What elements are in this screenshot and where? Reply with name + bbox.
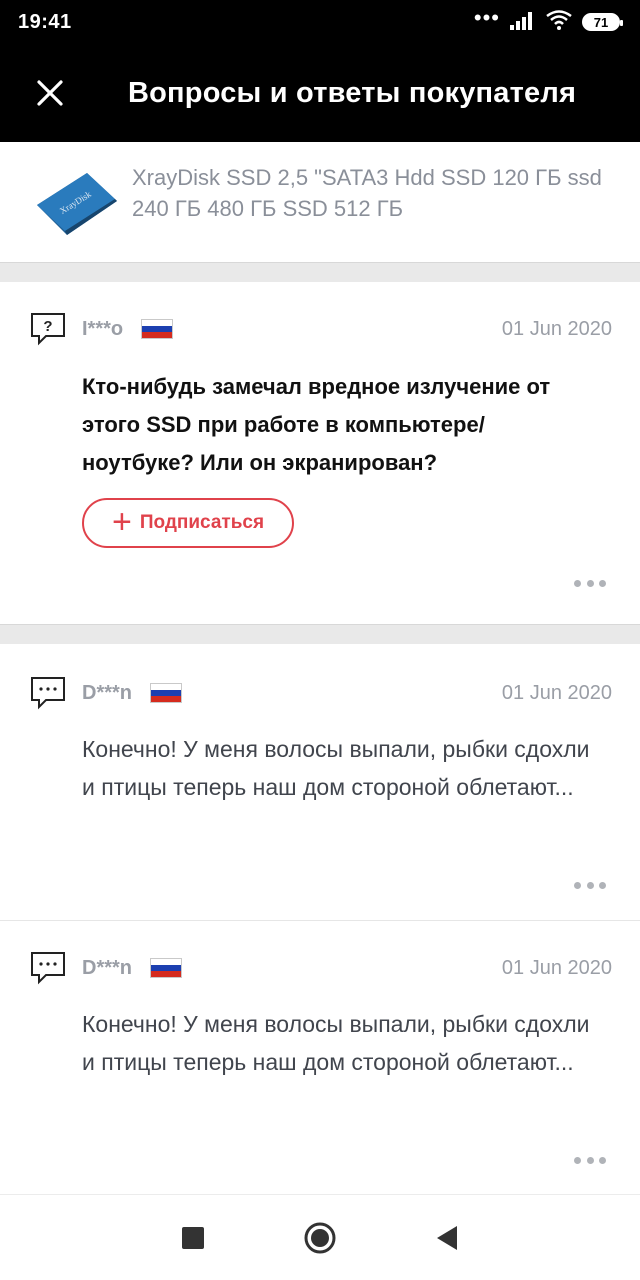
app-bar: Вопросы и ответы покупателя xyxy=(0,44,640,142)
follow-button[interactable]: + Подписаться xyxy=(82,498,294,548)
system-nav-bar xyxy=(0,1194,640,1280)
answer-header: D***n 01 Jun 2020 xyxy=(30,951,612,985)
answer-text: Конечно! У меня волосы выпали, рыбки сдо… xyxy=(82,1011,590,1075)
answer-card: D***n 01 Jun 2020 Конечно! У меня волосы… xyxy=(0,644,640,920)
qa-screen: 19:41 ••• 71 Вопросы и ответы покупателя… xyxy=(0,0,640,1280)
back-icon xyxy=(436,1225,457,1250)
home-icon xyxy=(304,1222,336,1253)
page-title: Вопросы и ответы покупателя xyxy=(128,76,577,109)
answer-date: 01 Jun 2020 xyxy=(501,956,612,979)
answer-header: D***n 01 Jun 2020 xyxy=(30,676,612,710)
section-gap xyxy=(0,624,640,644)
answer-text: Конечно! У меня волосы выпали, рыбки сдо… xyxy=(82,736,590,800)
question-date: 01 Jun 2020 xyxy=(501,317,612,340)
question-text: Кто-нибудь замечал вредное излучение от … xyxy=(82,374,551,475)
status-icons: ••• 71 xyxy=(473,5,623,35)
more-options-button[interactable] xyxy=(574,880,606,890)
recent-apps-icon xyxy=(182,1226,205,1249)
question-bubble-icon: ? xyxy=(30,312,66,346)
signal-icon xyxy=(510,10,536,35)
home-button[interactable] xyxy=(300,1218,340,1258)
answer-user: D***n xyxy=(82,681,133,704)
russia-flag-icon xyxy=(150,958,183,978)
russia-flag-icon xyxy=(141,319,174,339)
answer-card: D***n 01 Jun 2020 Конечно! У меня волосы… xyxy=(0,921,640,1193)
plus-icon: + xyxy=(111,502,132,541)
more-options-button[interactable] xyxy=(574,1155,606,1165)
answer-user: D***n xyxy=(82,956,133,979)
russia-flag-icon xyxy=(150,683,183,703)
question-header: ? I***o 01 Jun 2020 xyxy=(30,312,612,346)
status-bar: 19:41 ••• 71 xyxy=(0,0,640,44)
back-button[interactable] xyxy=(427,1218,467,1258)
answer-bubble-icon xyxy=(30,951,66,985)
status-time: 19:41 xyxy=(18,10,72,33)
product-title: XrayDisk SSD 2,5 "SATA3 Hdd SSD 120 ГБ s… xyxy=(132,165,602,221)
svg-text:?: ? xyxy=(43,318,52,335)
recent-apps-button[interactable] xyxy=(173,1218,213,1258)
question-user: I***o xyxy=(82,317,124,340)
follow-label: Подписаться xyxy=(139,512,265,533)
wifi-icon xyxy=(546,9,572,35)
battery-icon: 71 xyxy=(582,13,623,31)
close-button[interactable] xyxy=(0,44,100,142)
more-options-button[interactable] xyxy=(574,578,606,588)
answer-bubble-icon xyxy=(30,676,66,710)
question-card: ? I***o 01 Jun 2020 Кто-нибудь замечал в… xyxy=(0,282,640,624)
answer-date: 01 Jun 2020 xyxy=(501,681,612,704)
section-gap xyxy=(0,262,640,282)
product-row[interactable]: XrayDisk XrayDisk SSD 2,5 "SATA3 Hdd SSD… xyxy=(0,142,640,262)
product-thumbnail: XrayDisk xyxy=(26,158,126,248)
dots-icon: ••• xyxy=(473,5,500,30)
close-icon xyxy=(37,80,63,106)
